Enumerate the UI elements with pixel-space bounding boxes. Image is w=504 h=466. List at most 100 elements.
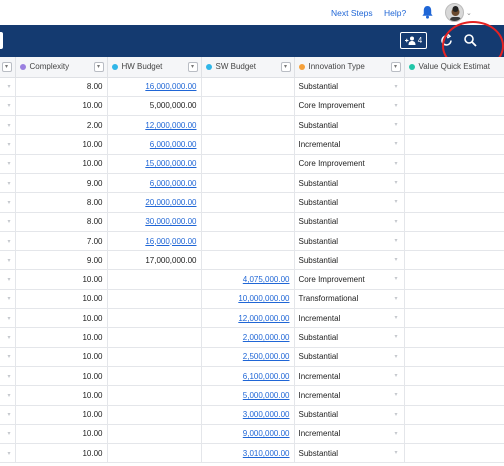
complexity-cell[interactable]: 10.00 bbox=[15, 327, 108, 348]
sw-budget-link[interactable]: 5,000,000.00 bbox=[243, 391, 290, 400]
sw-budget-cell[interactable] bbox=[201, 192, 295, 213]
value-estimate-cell[interactable] bbox=[404, 424, 504, 445]
value-estimate-cell[interactable] bbox=[404, 250, 504, 271]
table-row[interactable]: ▾ 10.00 3,010,000.00 Substantial ▾ bbox=[0, 443, 504, 464]
chevron-down-icon[interactable]: ▾ bbox=[394, 140, 397, 147]
row-caret-icon[interactable]: ▾ bbox=[0, 77, 16, 97]
row-caret-icon[interactable]: ▾ bbox=[0, 134, 16, 155]
hw-budget-cell[interactable]: 15,000,000.00 bbox=[107, 154, 202, 174]
chevron-down-icon[interactable]: ▾ bbox=[394, 372, 397, 379]
table-row[interactable]: ▾ 10.00 9,000,000.00 Incremental ▾ bbox=[0, 424, 504, 445]
hw-budget-cell[interactable] bbox=[107, 269, 202, 290]
innovation-type-cell[interactable]: Core Improvement ▾ bbox=[294, 269, 405, 290]
table-row[interactable]: ▾ 7.00 16,000,000.00 Substantial ▾ bbox=[0, 231, 504, 252]
sw-budget-cell[interactable]: 5,000,000.00 bbox=[201, 385, 295, 406]
row-caret-icon[interactable]: ▾ bbox=[0, 173, 16, 194]
row-caret-icon[interactable]: ▾ bbox=[0, 289, 16, 310]
complexity-cell[interactable]: 10.00 bbox=[15, 443, 108, 464]
value-estimate-cell[interactable] bbox=[404, 308, 504, 329]
sw-budget-link[interactable]: 12,000,000.00 bbox=[238, 314, 289, 323]
sw-budget-cell[interactable]: 2,500,000.00 bbox=[201, 347, 295, 367]
value-estimate-cell[interactable] bbox=[404, 385, 504, 406]
sw-budget-cell[interactable] bbox=[201, 231, 295, 252]
complexity-cell[interactable]: 2.00 bbox=[15, 115, 108, 136]
complexity-cell[interactable]: 10.00 bbox=[15, 385, 108, 406]
chevron-down-icon[interactable]: ▾ bbox=[394, 275, 397, 282]
value-estimate-cell[interactable] bbox=[404, 192, 504, 213]
sw-budget-cell[interactable] bbox=[201, 115, 295, 136]
innovation-type-cell[interactable]: Incremental ▾ bbox=[294, 366, 405, 387]
sw-budget-cell[interactable]: 3,010,000.00 bbox=[201, 443, 295, 464]
sw-budget-cell[interactable] bbox=[201, 250, 295, 271]
table-row[interactable]: ▾ 8.00 16,000,000.00 Substantial ▾ bbox=[0, 77, 504, 97]
filter-dropdown-icon[interactable]: ▾ bbox=[1, 62, 12, 72]
table-row[interactable]: ▾ 9.00 17,000,000.00 Substantial ▾ bbox=[0, 250, 504, 271]
chevron-down-icon[interactable]: ⌄ bbox=[466, 9, 472, 17]
complexity-cell[interactable]: 10.00 bbox=[15, 347, 108, 367]
innovation-type-cell[interactable]: Incremental ▾ bbox=[294, 424, 405, 445]
value-estimate-cell[interactable] bbox=[404, 443, 504, 464]
complexity-cell[interactable]: 8.00 bbox=[15, 212, 108, 232]
search-icon[interactable] bbox=[463, 33, 478, 48]
complexity-cell[interactable]: 10.00 bbox=[15, 96, 108, 117]
hw-budget-link[interactable]: 20,000,000.00 bbox=[145, 198, 196, 207]
complexity-cell[interactable]: 10.00 bbox=[15, 366, 108, 387]
chevron-down-icon[interactable]: ▾ bbox=[394, 391, 397, 398]
table-row[interactable]: ▾ 10.00 4,075,000.00 Core Improvement ▾ bbox=[0, 269, 504, 290]
table-row[interactable]: ▾ 2.00 12,000,000.00 Substantial ▾ bbox=[0, 115, 504, 136]
complexity-cell[interactable]: 8.00 bbox=[15, 77, 108, 97]
row-caret-icon[interactable]: ▾ bbox=[0, 405, 16, 425]
complexity-cell[interactable]: 10.00 bbox=[15, 134, 108, 155]
hw-budget-cell[interactable] bbox=[107, 308, 202, 329]
complexity-cell[interactable]: 8.00 bbox=[15, 192, 108, 213]
value-estimate-cell[interactable] bbox=[404, 77, 504, 97]
hw-budget-cell[interactable] bbox=[107, 327, 202, 348]
chevron-down-icon[interactable]: ▾ bbox=[394, 411, 397, 418]
row-caret-icon[interactable]: ▾ bbox=[0, 115, 16, 136]
hw-budget-link[interactable]: 12,000,000.00 bbox=[145, 121, 196, 130]
innovation-type-cell[interactable]: Substantial ▾ bbox=[294, 327, 405, 348]
hw-budget-link[interactable]: 6,000,000.00 bbox=[150, 179, 197, 188]
innovation-type-cell[interactable]: Substantial ▾ bbox=[294, 405, 405, 425]
complexity-cell[interactable]: 7.00 bbox=[15, 231, 108, 252]
row-caret-icon[interactable]: ▾ bbox=[0, 154, 16, 174]
row-caret-icon[interactable]: ▾ bbox=[0, 96, 16, 117]
table-row[interactable]: ▾ 8.00 20,000,000.00 Substantial ▾ bbox=[0, 192, 504, 213]
chevron-down-icon[interactable]: ▾ bbox=[394, 256, 397, 263]
filter-dropdown-icon[interactable]: ▾ bbox=[93, 62, 104, 72]
next-steps-link[interactable]: Next Steps bbox=[331, 8, 373, 18]
filter-dropdown-icon[interactable]: ▾ bbox=[280, 62, 291, 72]
chevron-down-icon[interactable]: ▾ bbox=[394, 353, 397, 360]
hw-budget-cell[interactable] bbox=[107, 385, 202, 406]
chevron-down-icon[interactable]: ▾ bbox=[394, 160, 397, 167]
innovation-type-cell[interactable]: Core Improvement ▾ bbox=[294, 96, 405, 117]
sw-budget-link[interactable]: 2,500,000.00 bbox=[243, 352, 290, 361]
sw-budget-cell[interactable]: 10,000,000.00 bbox=[201, 289, 295, 310]
innovation-type-cell[interactable]: Substantial ▾ bbox=[294, 212, 405, 232]
sw-budget-link[interactable]: 9,000,000.00 bbox=[243, 429, 290, 438]
table-row[interactable]: ▾ 10.00 15,000,000.00 Core Improvement ▾ bbox=[0, 154, 504, 174]
members-button[interactable]: 4 bbox=[400, 32, 427, 49]
column-header[interactable]: Value Quick Estimat bbox=[404, 57, 504, 78]
chevron-down-icon[interactable]: ▾ bbox=[394, 430, 397, 437]
hw-budget-cell[interactable] bbox=[107, 405, 202, 425]
sw-budget-cell[interactable]: 12,000,000.00 bbox=[201, 308, 295, 329]
table-row[interactable]: ▾ 10.00 10,000,000.00 Transformational ▾ bbox=[0, 289, 504, 310]
innovation-type-cell[interactable]: Core Improvement ▾ bbox=[294, 154, 405, 174]
sw-budget-link[interactable]: 3,010,000.00 bbox=[243, 449, 290, 458]
row-caret-icon[interactable]: ▾ bbox=[0, 231, 16, 252]
hw-budget-link[interactable]: 15,000,000.00 bbox=[145, 159, 196, 168]
refresh-icon[interactable] bbox=[439, 33, 454, 48]
help-link[interactable]: Help? bbox=[384, 8, 406, 18]
innovation-type-cell[interactable]: Substantial ▾ bbox=[294, 77, 405, 97]
table-row[interactable]: ▾ 8.00 30,000,000.00 Substantial ▾ bbox=[0, 212, 504, 232]
row-caret-icon[interactable]: ▾ bbox=[0, 424, 16, 445]
sw-budget-link[interactable]: 3,000,000.00 bbox=[243, 410, 290, 419]
user-avatar[interactable] bbox=[445, 3, 464, 22]
innovation-type-cell[interactable]: Substantial ▾ bbox=[294, 173, 405, 194]
sw-budget-cell[interactable]: 2,000,000.00 bbox=[201, 327, 295, 348]
row-caret-icon[interactable]: ▾ bbox=[0, 385, 16, 406]
row-caret-icon[interactable]: ▾ bbox=[0, 327, 16, 348]
filter-dropdown-icon[interactable]: ▾ bbox=[187, 62, 198, 72]
row-caret-icon[interactable]: ▾ bbox=[0, 192, 16, 213]
